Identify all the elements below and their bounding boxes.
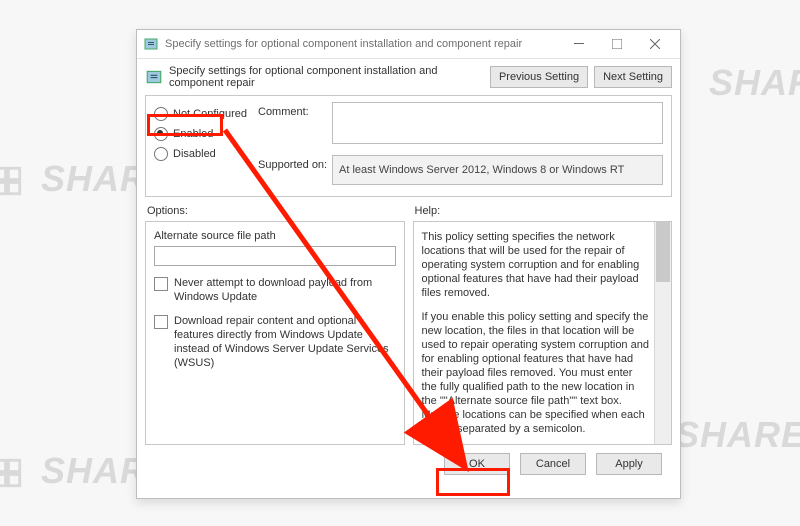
radio-label: Disabled <box>173 148 216 160</box>
help-text: This policy setting specifies the networ… <box>414 222 656 444</box>
dialog-footer: OK Cancel Apply <box>145 445 672 475</box>
comment-label: Comment: <box>258 102 332 118</box>
help-scrollbar[interactable] <box>654 222 671 444</box>
policy-icon <box>145 68 163 86</box>
checkbox-label: Download repair content and optional fea… <box>174 314 396 370</box>
options-pane: Options: Alternate source file path Neve… <box>145 203 405 445</box>
header-row: Specify settings for optional component … <box>145 65 672 89</box>
previous-setting-button[interactable]: Previous Setting <box>490 66 588 88</box>
help-pane: Help: This policy setting specifies the … <box>413 203 673 445</box>
alt-source-label: Alternate source file path <box>154 230 396 242</box>
dialog-icon <box>143 36 159 52</box>
state-box: Not Configured Enabled Disabled Comment:… <box>145 95 672 197</box>
radio-enabled[interactable]: Enabled <box>154 124 258 144</box>
maximize-button[interactable] <box>598 30 636 58</box>
comment-textarea[interactable] <box>332 102 663 144</box>
minimize-button[interactable] <box>560 30 598 58</box>
supported-on-box: At least Windows Server 2012, Windows 8 … <box>332 155 663 185</box>
help-label: Help: <box>415 205 673 217</box>
titlebar: Specify settings for optional component … <box>137 30 680 59</box>
ok-button[interactable]: OK <box>444 453 510 475</box>
gpo-dialog: Specify settings for optional component … <box>136 29 681 499</box>
checkbox-label: Never attempt to download payload from W… <box>174 276 396 304</box>
supported-label: Supported on: <box>258 155 332 171</box>
watermark: SHAREUS <box>709 62 800 104</box>
checkbox-icon <box>154 315 168 329</box>
radio-icon <box>154 147 168 161</box>
checkbox-wsus-bypass[interactable]: Download repair content and optional fea… <box>154 314 396 370</box>
checkbox-icon <box>154 277 168 291</box>
radio-label: Not Configured <box>173 108 247 120</box>
radio-disabled[interactable]: Disabled <box>154 144 258 164</box>
supported-on-text: At least Windows Server 2012, Windows 8 … <box>339 164 624 176</box>
window-title: Specify settings for optional component … <box>165 38 560 50</box>
apply-button[interactable]: Apply <box>596 453 662 475</box>
radio-icon <box>154 127 168 141</box>
scrollbar-thumb[interactable] <box>656 222 670 282</box>
radio-not-configured[interactable]: Not Configured <box>154 104 258 124</box>
options-label: Options: <box>147 205 405 217</box>
state-radios: Not Configured Enabled Disabled <box>154 102 258 190</box>
radio-icon <box>154 107 168 121</box>
next-setting-button[interactable]: Next Setting <box>594 66 672 88</box>
alt-source-input[interactable] <box>154 246 396 266</box>
radio-label: Enabled <box>173 128 213 140</box>
watermark: SHAREUS <box>675 414 800 456</box>
close-button[interactable] <box>636 30 674 58</box>
checkbox-never-download[interactable]: Never attempt to download payload from W… <box>154 276 396 304</box>
cancel-button[interactable]: Cancel <box>520 453 586 475</box>
header-title: Specify settings for optional component … <box>169 65 484 89</box>
